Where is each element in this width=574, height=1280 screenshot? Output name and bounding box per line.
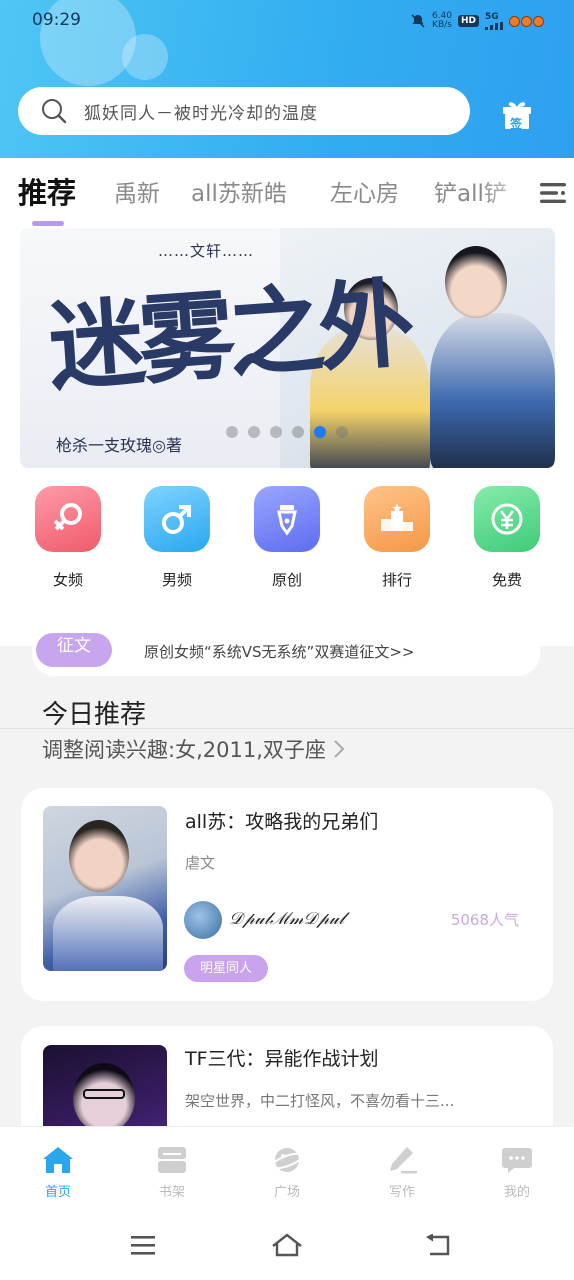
hd-badge: HD xyxy=(457,15,479,27)
female-icon xyxy=(35,486,101,552)
network-speed: 6.40 KB/s xyxy=(431,11,452,30)
bottom-nav: 首页 书架 广场 写作 我的 xyxy=(0,1126,574,1210)
system-home-icon[interactable] xyxy=(271,1232,303,1258)
banner-face xyxy=(445,246,507,318)
nav-write[interactable]: 写作 xyxy=(372,1145,432,1200)
book-popularity: 5068人气 xyxy=(450,911,519,929)
carousel-dots xyxy=(226,426,348,438)
planet-icon xyxy=(270,1148,304,1172)
write-icon xyxy=(390,1147,417,1174)
book-tag: 虐文 xyxy=(185,854,216,872)
notice-text[interactable]: 原创女频“系统VS无系统”双赛道征文>> xyxy=(144,641,414,662)
avatar xyxy=(184,901,222,939)
book-card[interactable]: all苏：攻略我的兄弟们 虐文 𝒟𝓅𝓊𝓁ℳ𝓂𝒟𝓅𝓊𝓁 5068人气 明星同人 xyxy=(21,788,553,1001)
category-label: 免费 xyxy=(491,571,522,589)
nav-label: 首页 xyxy=(44,1185,71,1200)
tab-all-suxinhao[interactable]: all苏新皓 xyxy=(191,174,287,208)
signal-icon xyxy=(485,21,503,30)
banner-author: 枪杀一支玫瑰◎著 xyxy=(56,436,182,455)
status-icons: 6.40 KB/s HD 5G xyxy=(410,12,544,30)
free-icon xyxy=(474,486,540,552)
banner-carousel[interactable]: ……文轩…… 迷雾之外 枪杀一支玫瑰◎著 xyxy=(20,228,555,468)
ranking-icon xyxy=(364,486,430,552)
banner-title: 迷雾之外 xyxy=(45,266,413,405)
section-title: 今日推荐 xyxy=(42,700,147,730)
search-bar[interactable]: 狐妖同人－被时光冷却的温度 xyxy=(18,87,470,135)
banner-figure xyxy=(430,313,555,468)
carousel-dot-active[interactable] xyxy=(314,426,326,438)
status-bar: 09:29 6.40 KB/s HD 5G xyxy=(0,0,574,40)
tab-yuxin[interactable]: 禹新 xyxy=(114,174,160,208)
back-icon[interactable] xyxy=(424,1234,452,1258)
home-icon xyxy=(43,1147,73,1173)
book-cover xyxy=(43,806,167,971)
nav-label: 我的 xyxy=(503,1185,530,1200)
battery-emoji-icon xyxy=(509,15,544,27)
nav-bookshelf[interactable]: 书架 xyxy=(142,1145,202,1200)
divider xyxy=(0,728,574,729)
mute-bell-icon xyxy=(411,14,425,28)
carousel-dot[interactable] xyxy=(336,426,348,438)
male-icon xyxy=(144,486,210,552)
adjust-interest-link[interactable]: 调整阅读兴趣:女,2011,双子座 xyxy=(42,734,346,764)
bookshelf-icon xyxy=(158,1147,186,1173)
interest-text: 调整阅读兴趣:女,2011,双子座 xyxy=(42,738,326,762)
category-free[interactable]: 免费 xyxy=(474,486,540,590)
app-screen: 09:29 6.40 KB/s HD 5G 狐妖同人－被时光冷却的温度 签 推荐… xyxy=(0,0,574,1280)
decor-bubble xyxy=(122,34,168,80)
book-category-badge: 明星同人 xyxy=(184,955,269,982)
profile-icon xyxy=(502,1148,532,1173)
search-placeholder: 狐妖同人－被时光冷却的温度 xyxy=(84,103,318,124)
category-label: 女频 xyxy=(52,571,83,589)
search-icon xyxy=(42,99,67,124)
carousel-dot[interactable] xyxy=(248,426,260,438)
tabs-fade xyxy=(480,158,540,226)
chevron-right-icon xyxy=(334,740,345,758)
checkin-gift-button[interactable]: 签 xyxy=(500,97,534,131)
nav-plaza[interactable]: 广场 xyxy=(257,1145,317,1200)
tab-recommend[interactable]: 推荐 xyxy=(18,170,76,212)
book-title: all苏：攻略我的兄弟们 xyxy=(185,811,379,833)
book-title: TF三代：异能作战计划 xyxy=(185,1048,379,1070)
tab-menu-icon[interactable] xyxy=(538,180,568,206)
notice-badge: 征文 xyxy=(36,633,112,667)
recent-apps-icon[interactable] xyxy=(130,1234,156,1256)
category-original[interactable]: 原创 xyxy=(254,486,320,590)
pen-icon xyxy=(254,486,320,552)
category-label: 男频 xyxy=(161,571,192,589)
carousel-dot[interactable] xyxy=(270,426,282,438)
book-author: 𝒟𝓅𝓊𝓁ℳ𝓂𝒟𝓅𝓊𝓁 xyxy=(229,909,345,929)
nav-label: 写作 xyxy=(388,1185,415,1200)
signal-5g: 5G xyxy=(485,12,503,30)
checkin-label: 签 xyxy=(510,117,523,131)
tab-zuoxinfang[interactable]: 左心房 xyxy=(330,174,399,208)
book-description: 架空世界，中二打怪风，不喜勿看十三... xyxy=(185,1092,455,1110)
status-time: 09:29 xyxy=(32,10,81,30)
nav-label: 书架 xyxy=(158,1185,185,1200)
nav-label: 广场 xyxy=(273,1185,300,1200)
category-ranking[interactable]: 排行 xyxy=(364,486,430,590)
category-label: 排行 xyxy=(381,571,412,589)
nav-profile[interactable]: 我的 xyxy=(487,1145,547,1200)
system-nav-bar xyxy=(0,1210,574,1280)
header: 09:29 6.40 KB/s HD 5G 狐妖同人－被时光冷却的温度 签 xyxy=(0,0,574,158)
category-female[interactable]: 女频 xyxy=(35,486,101,590)
category-tabs: 推荐 禹新 all苏新皓 左心房 铲all铲 xyxy=(0,158,574,226)
carousel-dot[interactable] xyxy=(292,426,304,438)
nav-home[interactable]: 首页 xyxy=(28,1145,88,1200)
category-label: 原创 xyxy=(271,571,302,589)
category-male[interactable]: 男频 xyxy=(144,486,210,590)
carousel-dot[interactable] xyxy=(226,426,238,438)
